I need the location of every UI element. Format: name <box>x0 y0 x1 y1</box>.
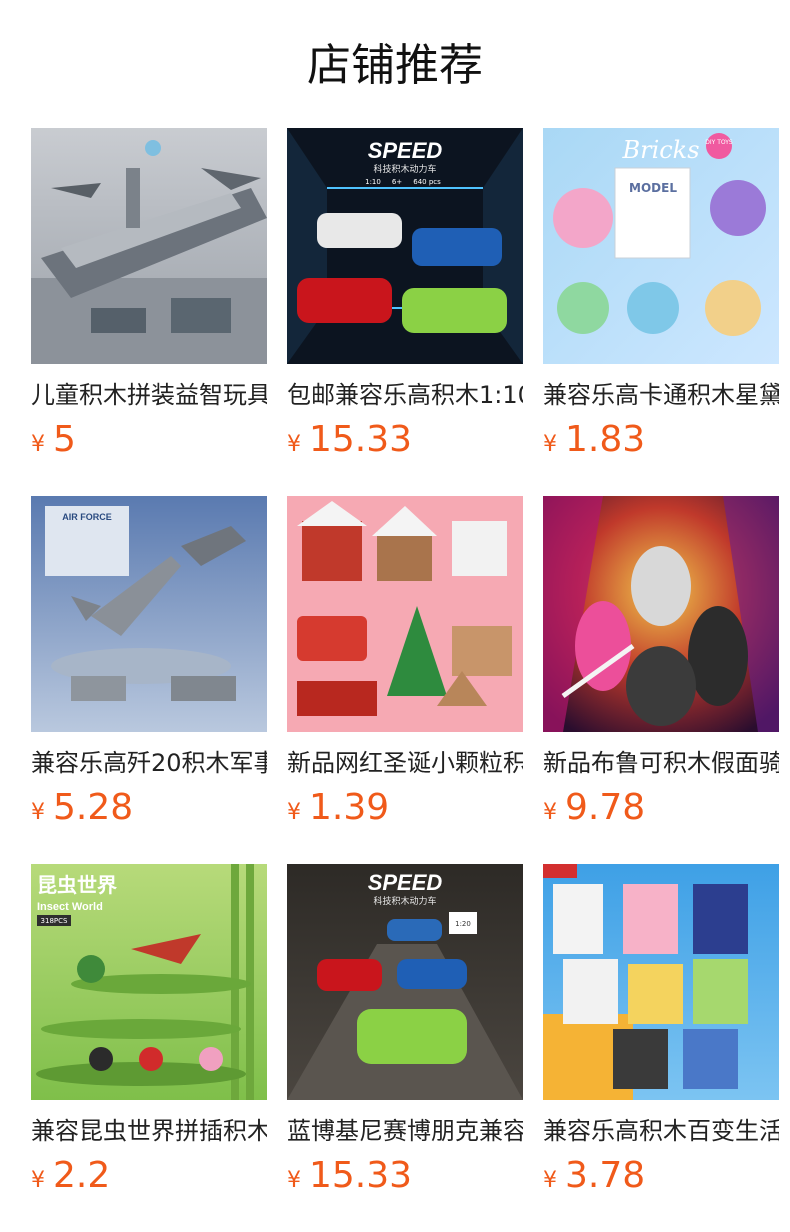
product-card[interactable]: Bricks DIY TOYS MODEL 兼容乐高卡通积木星黛露 ¥1.83 <box>543 128 779 462</box>
image-text-model: MODEL <box>629 181 677 195</box>
product-title[interactable]: 包邮兼容乐高积木1:10 <box>287 378 523 412</box>
image-text-diy: DIY TOYS <box>705 139 733 146</box>
product-card[interactable]: SPEED 科技积木动力车 1:10 6+ 640 pcs 包邮兼容乐高积木1:… <box>287 128 523 462</box>
currency-symbol: ¥ <box>287 432 301 457</box>
image-text-pcs: 640 pcs <box>413 178 441 186</box>
currency-symbol: ¥ <box>31 800 45 825</box>
currency-symbol: ¥ <box>543 800 557 825</box>
product-price: ¥3.78 <box>543 1154 779 1198</box>
price-amount: 3.78 <box>565 1155 646 1196</box>
price-amount: 15.33 <box>309 419 413 460</box>
image-text-speed: SPEED <box>368 138 443 163</box>
product-title[interactable]: 新品网红圣诞小颗粒积木 <box>287 746 523 780</box>
product-price: ¥1.39 <box>287 786 523 830</box>
product-title[interactable]: 兼容昆虫世界拼插积木 <box>31 1114 267 1148</box>
product-price: ¥5.28 <box>31 786 267 830</box>
image-text-age: 6+ <box>392 178 402 186</box>
image-text-scale: 1:20 <box>455 920 471 928</box>
image-text-subtitle: 科技积木动力车 <box>373 895 436 907</box>
product-image-christmas[interactable] <box>287 496 523 732</box>
product-price: ¥2.2 <box>31 1154 267 1198</box>
currency-symbol: ¥ <box>287 1168 301 1193</box>
image-text-speed: SPEED <box>368 870 443 895</box>
product-price: ¥1.83 <box>543 418 779 462</box>
price-amount: 2.2 <box>53 1155 111 1196</box>
product-card[interactable]: 兼容乐高积木百变生活 ¥3.78 <box>543 864 779 1198</box>
product-image-race-cars[interactable]: SPEED 科技积木动力车 1:20 <box>287 864 523 1100</box>
product-title[interactable]: 蓝博基尼赛博朋克兼容 <box>287 1114 523 1148</box>
product-card[interactable]: 昆虫世界 Insect World 318PCS 兼容昆虫世界拼插积木 ¥2.2 <box>31 864 267 1198</box>
image-text-air-force: AIR FORCE <box>62 512 112 522</box>
image-text-insect-en: Insect World <box>37 901 103 913</box>
product-price: ¥15.33 <box>287 418 523 462</box>
product-title[interactable]: 兼容乐高歼20积木军事 <box>31 746 267 780</box>
image-text-pcs: 318PCS <box>41 917 68 925</box>
product-title[interactable]: 儿童积木拼装益智玩具 <box>31 378 267 412</box>
price-amount: 1.39 <box>309 787 390 828</box>
product-image-warship[interactable] <box>31 128 267 364</box>
currency-symbol: ¥ <box>287 800 301 825</box>
product-image-masked-rider[interactable] <box>543 496 779 732</box>
product-card[interactable]: SPEED 科技积木动力车 1:20 蓝博基尼赛博朋克兼容 ¥15.33 <box>287 864 523 1198</box>
product-card[interactable]: 新品网红圣诞小颗粒积木 ¥1.39 <box>287 496 523 830</box>
image-text-insect-cn: 昆虫世界 <box>37 873 117 897</box>
page-title: 店铺推荐 <box>307 40 483 91</box>
currency-symbol: ¥ <box>543 432 557 457</box>
product-image-speed-cars[interactable]: SPEED 科技积木动力车 1:10 6+ 640 pcs <box>287 128 523 364</box>
product-card[interactable]: AIR FORCE 兼容乐高歼20积木军事 ¥5.28 <box>31 496 267 830</box>
currency-symbol: ¥ <box>31 432 45 457</box>
product-title[interactable]: 兼容乐高卡通积木星黛露 <box>543 378 779 412</box>
currency-symbol: ¥ <box>31 1168 45 1193</box>
currency-symbol: ¥ <box>543 1168 557 1193</box>
price-amount: 15.33 <box>309 1155 413 1196</box>
image-text-bricks: Bricks <box>621 136 699 164</box>
product-image-fighter-jets[interactable]: AIR FORCE <box>31 496 267 732</box>
product-image-insect-world[interactable]: 昆虫世界 Insect World 318PCS <box>31 864 267 1100</box>
product-title[interactable]: 新品布鲁可积木假面骑士 <box>543 746 779 780</box>
product-image-street-shops[interactable] <box>543 864 779 1100</box>
product-price: ¥9.78 <box>543 786 779 830</box>
product-price: ¥15.33 <box>287 1154 523 1198</box>
product-price: ¥5 <box>31 418 267 462</box>
image-text-subtitle: 科技积木动力车 <box>373 163 436 175</box>
product-title[interactable]: 兼容乐高积木百变生活 <box>543 1114 779 1148</box>
price-amount: 5 <box>53 419 76 460</box>
product-card[interactable]: 儿童积木拼装益智玩具 ¥5 <box>31 128 267 462</box>
price-amount: 5.28 <box>53 787 134 828</box>
price-amount: 9.78 <box>565 787 646 828</box>
product-image-cartoon[interactable]: Bricks DIY TOYS MODEL <box>543 128 779 364</box>
product-card[interactable]: 新品布鲁可积木假面骑士 ¥9.78 <box>543 496 779 830</box>
price-amount: 1.83 <box>565 419 646 460</box>
image-text-scale: 1:10 <box>365 178 381 186</box>
